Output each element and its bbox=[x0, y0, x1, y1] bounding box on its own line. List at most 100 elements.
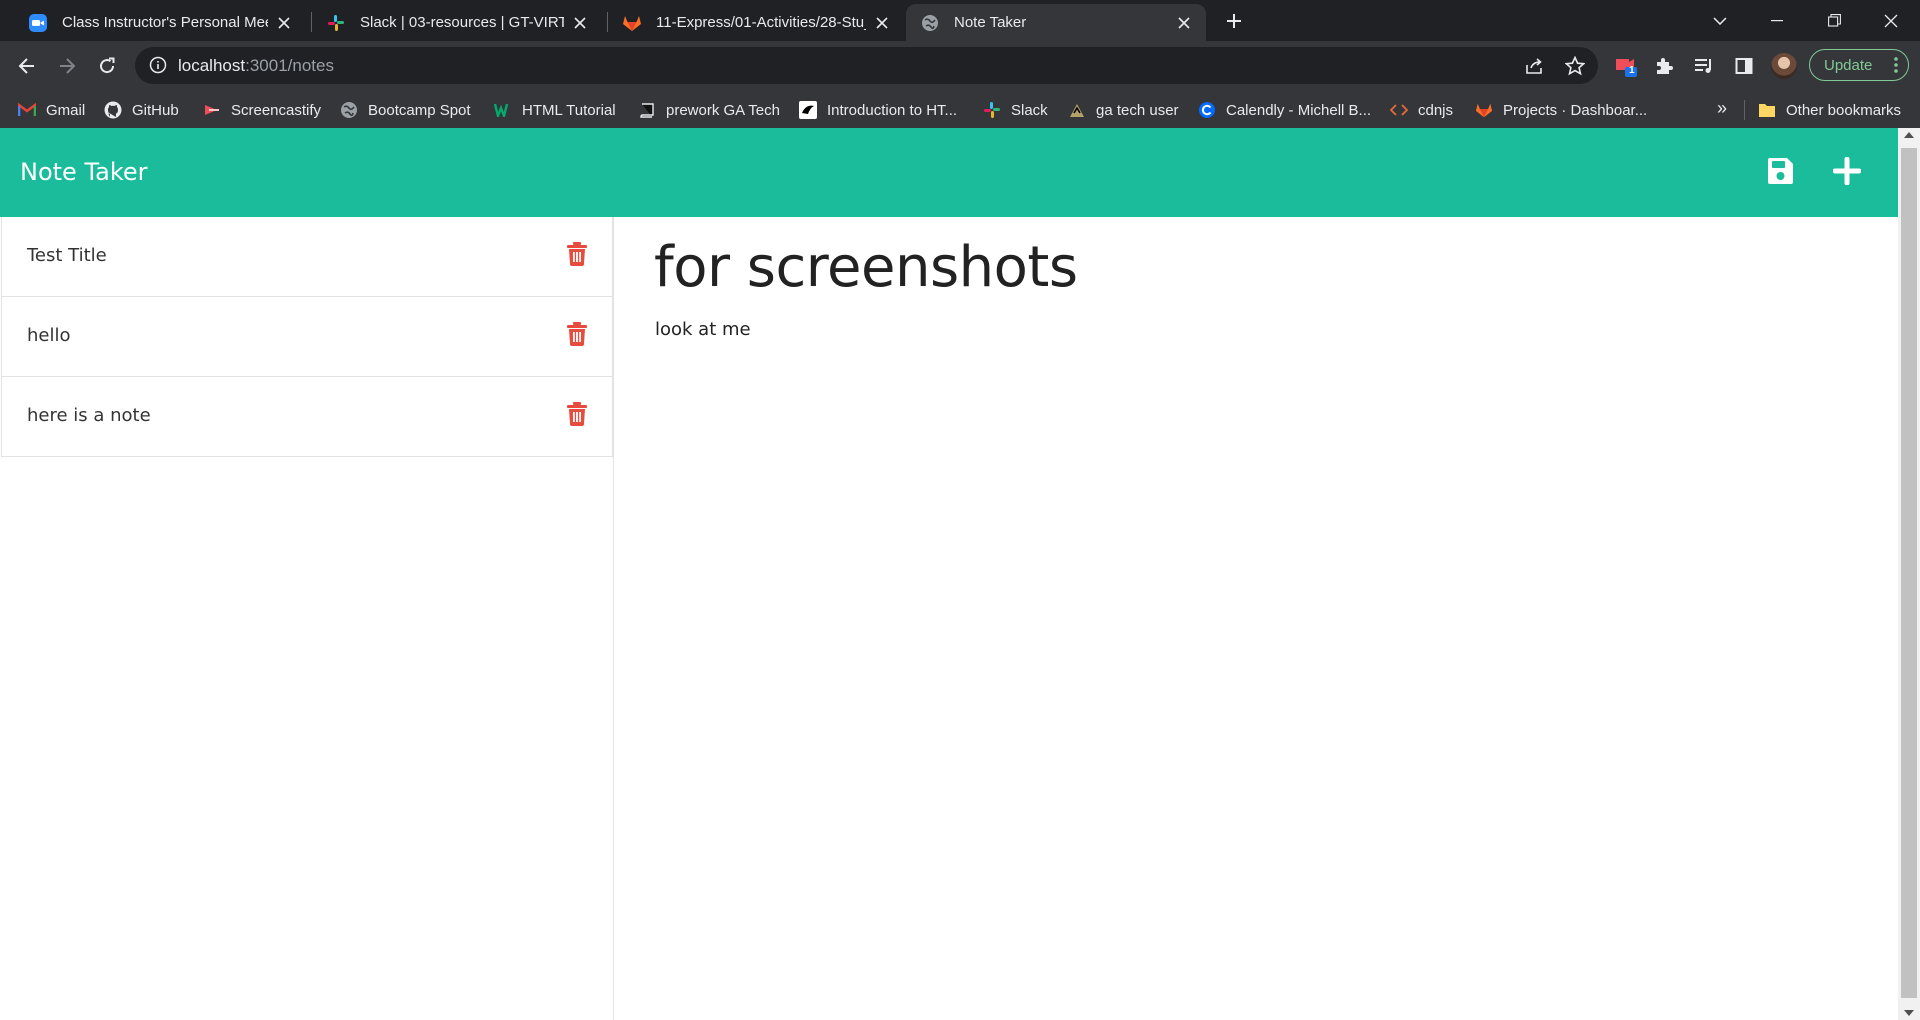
gmail-icon bbox=[18, 101, 36, 119]
url-host: localhost bbox=[178, 56, 246, 75]
arrow-right-icon bbox=[60, 58, 76, 74]
scroll-down-arrow-icon[interactable] bbox=[1904, 1010, 1914, 1016]
tab-search-button[interactable] bbox=[1692, 0, 1748, 41]
new-note-button[interactable] bbox=[1830, 154, 1864, 188]
bookmark-gmail[interactable]: Gmail bbox=[18, 99, 85, 121]
bookmarks-divider bbox=[1744, 100, 1745, 120]
bookmark-label: Bootcamp Spot bbox=[368, 101, 471, 119]
chevron-down-icon bbox=[1713, 16, 1727, 25]
bookmark-intro-html[interactable]: Introduction to HT... bbox=[799, 99, 957, 121]
note-editor: for screenshots look at me bbox=[654, 217, 1854, 997]
minimize-button[interactable] bbox=[1749, 0, 1805, 41]
close-tab-icon[interactable] bbox=[872, 13, 892, 33]
restore-button[interactable] bbox=[1806, 0, 1862, 41]
tab-title: Slack | 03-resources | GT-VIRT-FS bbox=[360, 14, 564, 31]
address-bar[interactable]: localhost:3001/notes bbox=[135, 47, 1598, 84]
extension-badge: 1 bbox=[1629, 65, 1635, 76]
page-scrollbar[interactable] bbox=[1898, 128, 1920, 1020]
other-bookmarks[interactable]: Other bookmarks bbox=[1758, 99, 1901, 121]
tab-slack[interactable]: Slack | 03-resources | GT-VIRT-FS bbox=[312, 4, 602, 41]
close-tab-icon[interactable] bbox=[1174, 13, 1194, 33]
bookmark-github[interactable]: GitHub bbox=[104, 99, 179, 121]
delete-note-button[interactable] bbox=[565, 400, 589, 428]
side-panel-button[interactable] bbox=[1732, 54, 1756, 78]
delete-note-button[interactable] bbox=[565, 320, 589, 348]
update-button[interactable]: Update bbox=[1809, 49, 1909, 81]
tab-strip: Class Instructor's Personal Meetin Slack… bbox=[0, 0, 1920, 41]
note-title: here is a note bbox=[27, 405, 151, 426]
site-info-icon[interactable] bbox=[149, 56, 167, 74]
code-icon bbox=[1390, 101, 1408, 119]
bookmark-prework[interactable]: prework GA Tech bbox=[638, 99, 780, 121]
reload-button[interactable] bbox=[92, 51, 122, 81]
back-button[interactable] bbox=[12, 51, 42, 81]
list-item[interactable]: here is a note bbox=[1, 377, 613, 457]
note-title: Test Title bbox=[27, 245, 107, 266]
new-tab-button[interactable] bbox=[1222, 9, 1246, 33]
slack-icon bbox=[326, 13, 346, 33]
list-item[interactable]: hello bbox=[1, 297, 613, 377]
bookmark-label: cdnjs bbox=[1418, 101, 1454, 119]
bookmark-label: Slack bbox=[1011, 101, 1048, 119]
tab-zoom-meeting[interactable]: Class Instructor's Personal Meetin bbox=[14, 4, 306, 41]
bookmark-label: Projects · Dashboar... bbox=[1503, 101, 1648, 119]
delete-note-button[interactable] bbox=[565, 240, 589, 268]
reload-icon bbox=[100, 57, 115, 74]
scroll-thumb[interactable] bbox=[1901, 148, 1917, 998]
trash-icon bbox=[567, 402, 587, 426]
url-text: localhost:3001/notes bbox=[178, 56, 334, 76]
bookmark-ga-tech-user[interactable]: ga tech user bbox=[1068, 99, 1179, 121]
note-title-input[interactable]: for screenshots bbox=[654, 235, 1078, 300]
update-label: Update bbox=[1824, 56, 1873, 74]
trash-icon bbox=[567, 322, 587, 346]
tab-note-taker[interactable]: Note Taker bbox=[906, 4, 1206, 41]
bookmark-label: Gmail bbox=[46, 101, 86, 119]
slack-icon bbox=[983, 101, 1001, 119]
extensions-button[interactable] bbox=[1652, 54, 1676, 78]
notes-sidebar: Test Title hello here is a note bbox=[0, 217, 614, 1020]
browser-toolbar: localhost:3001/notes 1 Update bbox=[0, 41, 1920, 90]
bookmark-calendly[interactable]: Calendly - Michell B... bbox=[1198, 99, 1371, 121]
trash-icon bbox=[567, 242, 587, 266]
app-navbar: Note Taker bbox=[0, 128, 1898, 217]
bookmark-slack[interactable]: Slack bbox=[983, 99, 1048, 121]
app-brand[interactable]: Note Taker bbox=[20, 158, 148, 186]
bookmark-cdnjs[interactable]: cdnjs bbox=[1390, 99, 1453, 121]
bookmarks-bar: Gmail GitHub Screencastify Bootcamp Spot… bbox=[0, 90, 1920, 128]
close-window-button[interactable] bbox=[1863, 0, 1919, 41]
profile-avatar[interactable] bbox=[1771, 53, 1797, 79]
bookmark-label: ga tech user bbox=[1096, 101, 1179, 119]
more-bookmarks-button[interactable]: » bbox=[1717, 98, 1727, 119]
bookmark-label: prework GA Tech bbox=[666, 101, 780, 119]
arrow-left-icon bbox=[18, 58, 34, 74]
note-text-area[interactable]: look at me bbox=[655, 319, 751, 340]
plus-icon bbox=[1227, 14, 1241, 28]
plus-icon bbox=[1833, 157, 1861, 185]
bookmark-bootcamp-spot[interactable]: Bootcamp Spot bbox=[340, 99, 471, 121]
note-list: Test Title hello here is a note bbox=[1, 217, 613, 457]
book-icon bbox=[638, 101, 656, 119]
url-path: :3001/notes bbox=[245, 56, 334, 75]
forward-button[interactable] bbox=[52, 51, 82, 81]
bookmark-screencastify[interactable]: Screencastify bbox=[203, 99, 321, 121]
bookmark-html-tutorial[interactable]: HTML Tutorial bbox=[494, 99, 616, 121]
scroll-up-arrow-icon[interactable] bbox=[1904, 132, 1914, 138]
tab-title: Class Instructor's Personal Meetin bbox=[62, 14, 268, 31]
close-tab-icon[interactable] bbox=[570, 13, 590, 33]
star-icon[interactable] bbox=[1564, 55, 1586, 77]
github-icon bbox=[104, 101, 122, 119]
save-note-button[interactable] bbox=[1763, 154, 1797, 188]
extension-button[interactable]: 1 bbox=[1614, 54, 1638, 78]
tab-gitlab[interactable]: 11-Express/01-Activities/28-Stu_ bbox=[608, 4, 904, 41]
share-icon[interactable] bbox=[1524, 55, 1546, 77]
calendly-icon bbox=[1198, 101, 1216, 119]
bookmark-label: Calendly - Michell B... bbox=[1226, 101, 1372, 119]
media-button[interactable] bbox=[1692, 54, 1716, 78]
close-tab-icon[interactable] bbox=[274, 13, 294, 33]
gitlab-icon bbox=[622, 13, 642, 33]
globe-icon bbox=[920, 13, 940, 33]
bookmark-gitlab-projects[interactable]: Projects · Dashboar... bbox=[1475, 99, 1647, 121]
note-taker-page: Note Taker Test Title hello here is a no… bbox=[0, 128, 1898, 1020]
minimize-icon bbox=[1771, 19, 1783, 21]
list-item[interactable]: Test Title bbox=[1, 217, 613, 297]
